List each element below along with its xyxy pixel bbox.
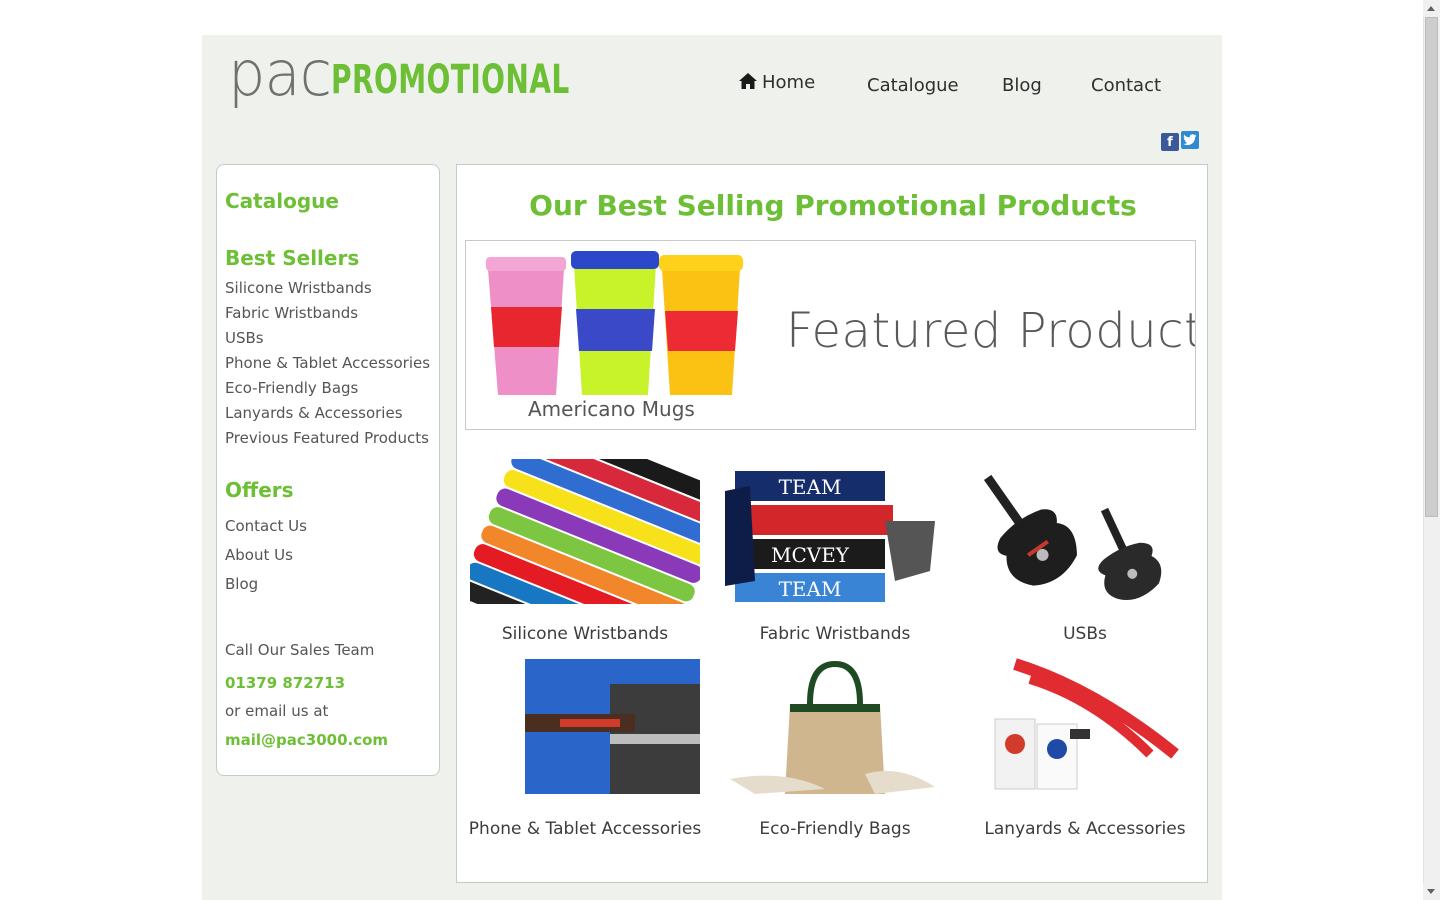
sidebar-offers-heading[interactable]: Offers xyxy=(225,478,294,502)
sales-email-link[interactable]: mail@pac3000.com xyxy=(225,731,388,749)
scrollbar-thumb[interactable] xyxy=(1425,17,1438,517)
logo-text-promotional: PROMOTIONAL xyxy=(331,57,570,103)
product-caption: Eco-Friendly Bags xyxy=(759,819,911,839)
sales-team-label: Call Our Sales Team xyxy=(225,641,375,659)
email-label: or email us at xyxy=(225,702,329,720)
lanyards-image xyxy=(994,658,1179,790)
tablet-sleeves-image xyxy=(525,659,700,794)
page-title: Our Best Selling Promotional Products xyxy=(529,189,1137,222)
nav-blog[interactable]: Blog xyxy=(1002,75,1042,96)
scroll-up-button[interactable] xyxy=(1423,0,1440,17)
sidebar-catalogue-heading[interactable]: Catalogue xyxy=(225,189,339,213)
product-tile-usbs[interactable]: USBs xyxy=(965,459,1205,644)
sidebar-item-about-us[interactable]: About Us xyxy=(225,546,293,564)
product-caption: Lanyards & Accessories xyxy=(984,819,1186,839)
sidebar-item-phone-tablet[interactable]: Phone & Tablet Accessories xyxy=(225,354,430,372)
featured-product-banner[interactable]: Americano Mugs Featured Product xyxy=(465,240,1196,430)
product-caption: USBs xyxy=(1063,624,1107,644)
twitter-icon[interactable] xyxy=(1181,131,1199,149)
eco-bag-image xyxy=(730,660,935,794)
nav-contact[interactable]: Contact xyxy=(1091,75,1161,96)
svg-text:TEAM: TEAM xyxy=(779,475,842,499)
sidebar-item-eco-bags[interactable]: Eco-Friendly Bags xyxy=(225,379,358,397)
product-caption: Fabric Wristbands xyxy=(759,624,911,644)
featured-product-name: Americano Mugs xyxy=(528,397,695,421)
sales-phone-link[interactable]: 01379 872713 xyxy=(225,674,345,692)
sidebar-item-contact-us[interactable]: Contact Us xyxy=(225,517,307,535)
product-caption: Phone & Tablet Accessories xyxy=(468,819,702,839)
nav-home-label: Home xyxy=(762,72,816,93)
product-tile-lanyards[interactable]: Lanyards & Accessories xyxy=(965,654,1205,839)
home-icon xyxy=(739,73,757,89)
social-links: f xyxy=(1159,131,1199,151)
silicone-wristbands-image xyxy=(458,414,733,676)
logo-text-pac: pac xyxy=(228,37,332,110)
fabric-wristbands-image: TEAM MCVEY TEAM xyxy=(725,471,935,602)
product-tile-fabric-wristbands[interactable]: TEAM MCVEY TEAM Fabric Wristbands xyxy=(715,459,955,644)
page-container: pac PROMOTIONAL Home Catalogue Blog Cont… xyxy=(202,35,1222,900)
sidebar-item-lanyards[interactable]: Lanyards & Accessories xyxy=(225,404,403,422)
product-tile-phone-tablet-accessories[interactable]: Phone & Tablet Accessories xyxy=(465,654,705,839)
svg-text:TEAM: TEAM xyxy=(779,577,842,601)
featured-product-title: Featured Product xyxy=(786,303,1196,359)
product-tile-eco-bags[interactable]: Eco-Friendly Bags xyxy=(715,654,955,839)
sidebar-item-silicone-wristbands[interactable]: Silicone Wristbands xyxy=(225,279,372,297)
sidebar-item-fabric-wristbands[interactable]: Fabric Wristbands xyxy=(225,304,358,322)
sidebar-item-usbs[interactable]: USBs xyxy=(225,329,264,347)
svg-text:MCVEY: MCVEY xyxy=(771,543,850,567)
usb-guitars-image xyxy=(983,474,1162,600)
sidebar-best-sellers-heading[interactable]: Best Sellers xyxy=(225,246,359,270)
sidebar-item-previous-featured[interactable]: Previous Featured Products xyxy=(225,429,429,447)
product-tile-silicone-wristbands[interactable]: Silicone Wristbands xyxy=(458,414,733,676)
facebook-icon[interactable]: f xyxy=(1161,133,1179,151)
sidebar: Catalogue Best Sellers Silicone Wristban… xyxy=(216,164,440,776)
sidebar-item-blog[interactable]: Blog xyxy=(225,575,258,593)
nav-catalogue[interactable]: Catalogue xyxy=(867,75,959,96)
nav-home[interactable]: Home xyxy=(738,72,815,93)
mugs-image xyxy=(486,251,743,395)
main-content: Our Best Selling Promotional Products Am… xyxy=(456,164,1208,883)
scroll-down-button[interactable] xyxy=(1423,883,1440,900)
product-caption: Silicone Wristbands xyxy=(501,624,669,644)
